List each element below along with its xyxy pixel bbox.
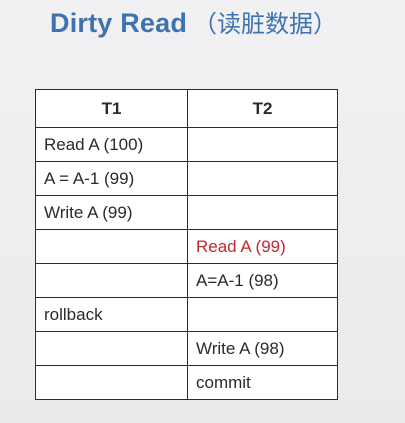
slide-title: Dirty Read （读脏数据） <box>50 4 400 44</box>
transaction-schedule-table: T1 T2 Read A (100) A = A-1 (99) Write A … <box>35 89 338 400</box>
table-row: Write A (98) <box>35 331 338 366</box>
t1-cell: rollback <box>35 297 188 332</box>
table-row: rollback <box>35 297 338 332</box>
t1-cell: Read A (100) <box>35 127 188 162</box>
slide-title-english: Dirty Read <box>50 8 188 38</box>
t2-cell: commit <box>187 365 338 400</box>
table-row: Read A (100) <box>35 127 338 162</box>
table-row: Write A (99) <box>35 195 338 230</box>
t2-cell <box>187 127 338 162</box>
table-header-row: T1 T2 <box>35 89 338 128</box>
t2-cell <box>187 195 338 230</box>
t1-cell <box>35 331 188 366</box>
slide-title-chinese: （读脏数据） <box>193 10 338 38</box>
t2-cell-dirty-read: Read A (99) <box>187 229 338 264</box>
t2-cell: Write A (98) <box>187 331 338 366</box>
t2-cell <box>187 297 338 332</box>
t2-cell <box>187 161 338 196</box>
table-row: A=A-1 (98) <box>35 263 338 298</box>
t2-cell: A=A-1 (98) <box>187 263 338 298</box>
table-row: commit <box>35 365 338 400</box>
t1-cell <box>35 229 188 264</box>
t1-cell <box>35 263 188 298</box>
column-header-t1: T1 <box>35 89 188 128</box>
table-row: Read A (99) <box>35 229 338 264</box>
table-row: A = A-1 (99) <box>35 161 338 196</box>
t1-cell <box>35 365 188 400</box>
t1-cell: A = A-1 (99) <box>35 161 188 196</box>
column-header-t2: T2 <box>187 89 338 128</box>
t1-cell: Write A (99) <box>35 195 188 230</box>
